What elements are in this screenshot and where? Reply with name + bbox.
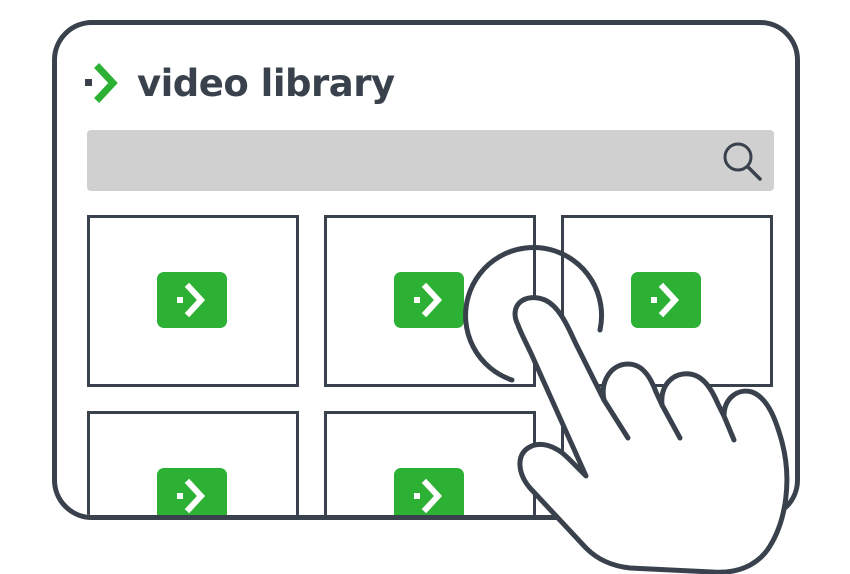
play-button[interactable] xyxy=(394,468,464,515)
video-thumbnail[interactable] xyxy=(561,411,773,515)
search-icon[interactable] xyxy=(720,139,764,183)
chevron-right-arrow-icon xyxy=(85,63,118,103)
app-stage: video library xyxy=(0,0,850,574)
search-input[interactable] xyxy=(87,130,707,191)
play-arrow-icon xyxy=(414,282,443,318)
play-arrow-icon xyxy=(414,478,443,514)
play-arrow-icon xyxy=(651,282,680,318)
play-arrow-icon xyxy=(177,282,206,318)
window-frame: video library xyxy=(52,20,800,520)
play-arrow-icon xyxy=(177,478,206,514)
header: video library xyxy=(85,55,395,111)
play-button[interactable] xyxy=(394,272,464,328)
play-button[interactable] xyxy=(157,272,227,328)
video-thumbnail[interactable] xyxy=(561,215,773,387)
play-arrow-icon xyxy=(651,478,680,514)
search-bar xyxy=(87,130,774,191)
play-button[interactable] xyxy=(157,468,227,515)
video-thumbnail[interactable] xyxy=(324,411,536,515)
video-thumbnail[interactable] xyxy=(324,215,536,387)
page-title: video library xyxy=(137,61,395,105)
play-button[interactable] xyxy=(631,468,701,515)
play-button[interactable] xyxy=(631,272,701,328)
video-thumbnail[interactable] xyxy=(87,215,299,387)
video-thumbnail[interactable] xyxy=(87,411,299,515)
